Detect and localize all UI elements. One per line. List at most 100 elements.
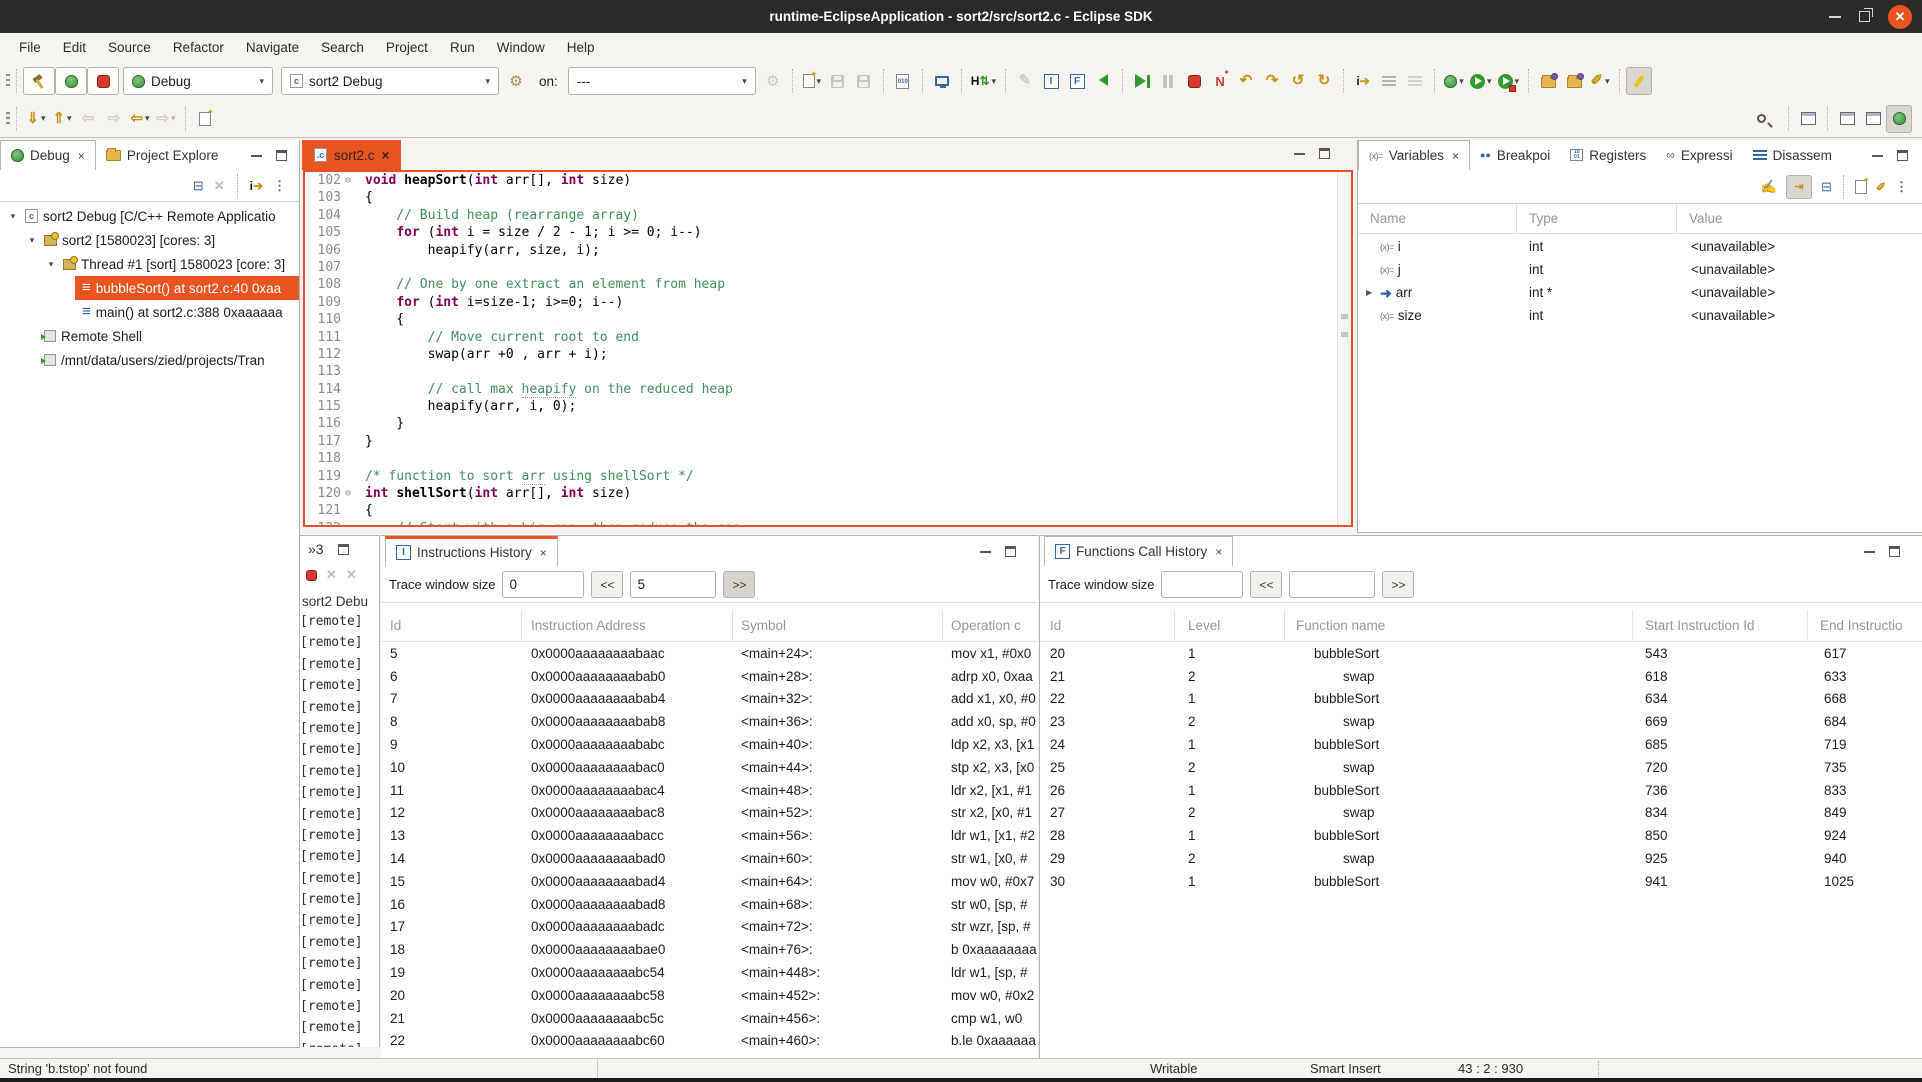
code-line[interactable]: 118 [305, 450, 1337, 467]
search-button[interactable] [1748, 105, 1774, 133]
next-page-button[interactable]: >> [723, 571, 755, 598]
close-icon[interactable]: × [1215, 545, 1222, 559]
debug-tree-row[interactable]: ▾Thread #1 [sort] 1580023 [core: 3] [0, 252, 299, 276]
column-id[interactable]: Id [1040, 610, 1175, 641]
function-row[interactable]: 281bubbleSort850924 [1040, 824, 1922, 847]
instruction-row[interactable]: 210x0000aaaaaaaabc5c<main+456>:cmp w1, w… [381, 1007, 1038, 1030]
fold-marker[interactable]: ⊖ [341, 485, 355, 502]
terminate-icon[interactable] [306, 570, 317, 581]
branch-trace-button[interactable] [1402, 67, 1428, 95]
link-with-editor-button[interactable] [192, 105, 218, 133]
stop-button[interactable] [1181, 67, 1207, 95]
code-line[interactable]: 113 [305, 363, 1337, 380]
show-trace-button[interactable] [1376, 67, 1402, 95]
edit-icon[interactable]: ✐ [1876, 180, 1886, 194]
menu-item-refactor[interactable]: Refactor [164, 36, 233, 59]
code-line[interactable]: 114 // call max heapify on the reduced h… [305, 381, 1337, 398]
column-value[interactable]: Value [1677, 204, 1922, 233]
debug-tree-row[interactable]: ≡main() at sort2.c:388 0xaaaaaa [0, 300, 299, 324]
function-row[interactable]: 252swap720735 [1040, 756, 1922, 779]
open-perspective-button[interactable] [1795, 105, 1821, 133]
debug-tree-row[interactable]: /mnt/data/users/zied/projects/Tran [0, 348, 299, 372]
suspend-button[interactable] [1155, 67, 1181, 95]
column-end-instruction-id[interactable]: End Instructio [1808, 610, 1922, 641]
debug-button[interactable] [55, 67, 87, 95]
forward-button[interactable]: ⇨▾ [153, 105, 179, 133]
tree-expand-arrow[interactable]: ▾ [44, 259, 58, 270]
open-resource-button[interactable] [1561, 67, 1587, 95]
maximize-view-icon[interactable] [1005, 546, 1016, 557]
tab-registers[interactable]: 1001 Registers [1560, 140, 1656, 170]
code-line[interactable]: 112 swap(arr +0 , arr + i); [305, 346, 1337, 363]
code-line[interactable]: 109 for (int i=size-1; i>=0; i--) [305, 294, 1337, 311]
tree-expand-arrow[interactable]: ▶ [1366, 288, 1376, 297]
close-icon[interactable]: × [382, 148, 390, 163]
instruction-row[interactable]: 160x0000aaaaaaaabad8<main+68>:str w0, [s… [381, 893, 1038, 916]
launch-config-combo[interactable]: c sort2 Debug ▾ [281, 67, 499, 95]
code-line[interactable]: 105 for (int i = size / 2 - 1; i >= 0; i… [305, 224, 1337, 241]
function-row[interactable]: 221bubbleSort634668 [1040, 688, 1922, 711]
menu-item-file[interactable]: File [10, 36, 50, 59]
code-line[interactable]: 107 [305, 259, 1337, 276]
function-row[interactable]: 212swap618633 [1040, 665, 1922, 688]
trace-size-input[interactable] [1161, 571, 1243, 598]
menu-item-search[interactable]: Search [312, 36, 373, 59]
minimize-view-icon[interactable] [1294, 153, 1305, 155]
variable-row[interactable]: (x)=sizeint<unavailable> [1358, 304, 1922, 327]
mark-occurrences-button[interactable] [1626, 67, 1652, 95]
trace-size-input[interactable] [502, 571, 584, 598]
instruction-row[interactable]: 220x0000aaaaaaaabc60<main+460>:b.le 0xaa… [381, 1030, 1038, 1053]
last-edit-location-button[interactable]: ⇦ [75, 105, 101, 133]
instruction-row[interactable]: 70x0000aaaaaaaabab4<main+32>:add x1, x0,… [381, 688, 1038, 711]
menu-item-run[interactable]: Run [441, 36, 484, 59]
minimize-button[interactable] [1829, 16, 1841, 18]
menu-item-help[interactable]: Help [558, 36, 604, 59]
minimize-view-icon[interactable] [980, 551, 991, 553]
instruction-row[interactable]: 60x0000aaaaaaaabab0<main+28>:adrp x0, 0x… [381, 665, 1038, 688]
variable-row[interactable]: ▶➜arrint *<unavailable> [1358, 281, 1922, 304]
code-line[interactable]: 122 // Start with a big gap, then reduce… [305, 520, 1337, 525]
prev-page-button[interactable]: << [591, 571, 623, 598]
step-back-button[interactable] [1090, 67, 1116, 95]
refresh-debug-button[interactable]: H⇅▾ [968, 67, 999, 95]
step-over-button[interactable]: ↷ [1259, 67, 1285, 95]
code-line[interactable]: 108 // One by one extract an element fro… [305, 276, 1337, 293]
disconnect-button[interactable]: N [1207, 67, 1233, 95]
instruction-view-button[interactable]: I [1038, 67, 1064, 95]
next-edit-location-button[interactable]: ⇨ [101, 105, 127, 133]
profile-button[interactable]: ▾ [1495, 67, 1523, 95]
code-line[interactable]: 104 // Build heap (rearrange array) [305, 207, 1337, 224]
maximize-view-icon[interactable] [1319, 148, 1330, 159]
java-perspective-button[interactable] [1834, 105, 1860, 133]
code-line[interactable]: 111 // Move current root to end [305, 329, 1337, 346]
launch-config-gear-button[interactable]: ⚙ [503, 67, 529, 95]
close-icon[interactable]: × [540, 546, 547, 560]
annotate-button[interactable]: ✐▾ [1587, 67, 1613, 95]
editor-code-area[interactable]: 102⊖void heapSort(int arr[], int size) 10… [303, 172, 1337, 525]
function-row[interactable]: 301bubbleSort9411025 [1040, 870, 1922, 893]
run-history-button[interactable]: ▾ [1467, 67, 1495, 95]
instruction-stepping-icon[interactable]: i➔ [250, 179, 263, 193]
console-output[interactable]: [remote][remote][remote][remote][remote]… [300, 611, 379, 1047]
prev-page-button[interactable]: << [1250, 571, 1282, 598]
variable-row[interactable]: (x)=iint<unavailable> [1358, 235, 1922, 258]
code-line[interactable]: 116 } [305, 415, 1337, 432]
code-line[interactable]: 102⊖void heapSort(int arr[], int size) [305, 172, 1337, 189]
maximize-view-icon[interactable] [338, 544, 349, 555]
save-all-button[interactable] [851, 67, 877, 95]
column-operation[interactable]: Operation c [943, 610, 1038, 641]
console-display-button[interactable] [929, 67, 955, 95]
maximize-view-icon[interactable] [1889, 546, 1900, 557]
instruction-row[interactable]: 130x0000aaaaaaaabacc<main+56>:ldr w1, [x… [381, 824, 1038, 847]
function-row[interactable]: 261bubbleSort736833 [1040, 779, 1922, 802]
close-icon[interactable]: × [78, 149, 85, 163]
close-icon[interactable]: × [1452, 149, 1459, 163]
page-input[interactable] [630, 571, 716, 598]
tab-debug[interactable]: Debug × [0, 140, 96, 170]
restore-button[interactable] [1859, 11, 1870, 22]
drop-to-frame-button[interactable]: ↻ [1311, 67, 1337, 95]
step-into-button[interactable]: ↶ [1233, 67, 1259, 95]
instruction-row[interactable]: 170x0000aaaaaaaabadc<main+72>:str wzr, [… [381, 916, 1038, 939]
function-view-button[interactable]: F [1064, 67, 1090, 95]
function-row[interactable]: 232swap669684 [1040, 710, 1922, 733]
